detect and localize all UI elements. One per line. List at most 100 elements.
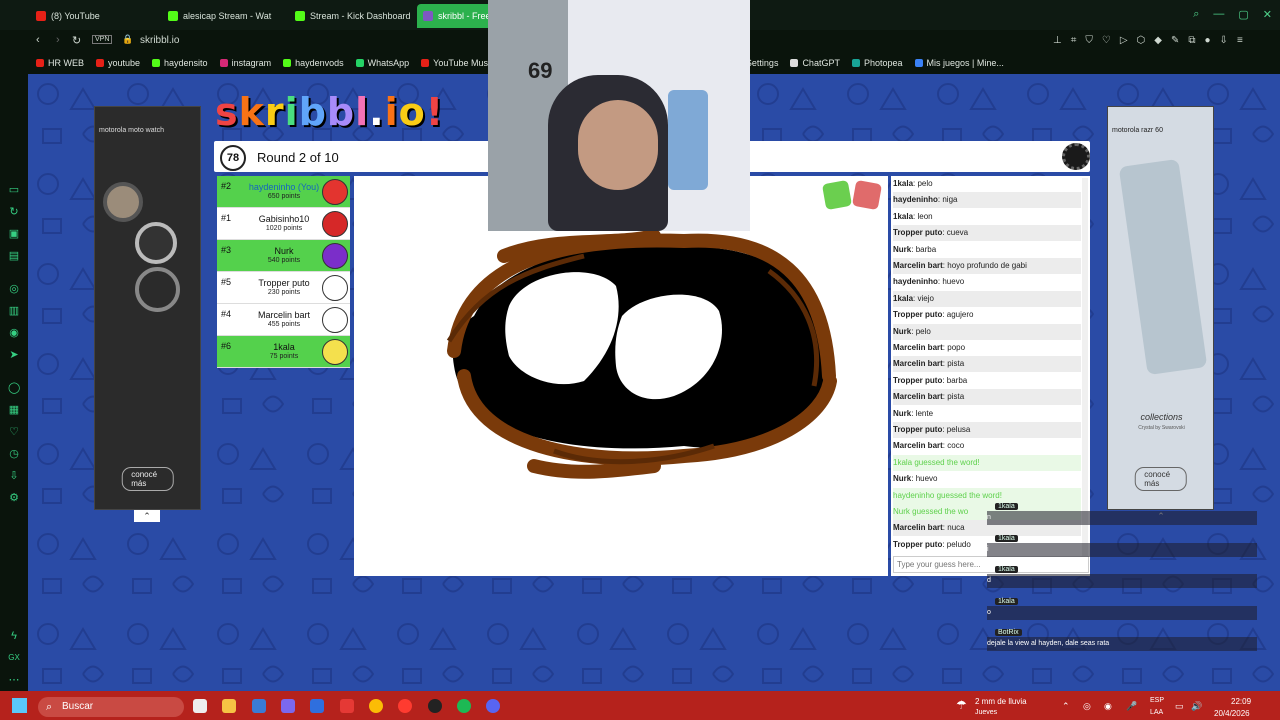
sidebar-calendar-icon[interactable]: ▤ — [8, 250, 20, 262]
sidebar-grid-icon[interactable]: ▦ — [8, 404, 20, 416]
sidebar-more-icon[interactable]: ⋯ — [8, 674, 20, 686]
maximize-icon[interactable]: ▢ — [1238, 8, 1248, 21]
tray-steam-icon[interactable]: ◉ — [1104, 701, 1112, 712]
thumbs-down-icon[interactable] — [851, 179, 883, 211]
bookmark-item[interactable]: Mis juegos | Mine... — [914, 58, 1004, 68]
bookmark-item[interactable]: YouTube Music — [421, 58, 495, 68]
weather-text[interactable]: 2 mm de lluvia — [975, 697, 1027, 706]
sidebar-clock-icon[interactable]: ◷ — [8, 448, 20, 460]
forward-icon[interactable]: › — [56, 34, 60, 46]
file-explorer-icon[interactable] — [222, 699, 236, 713]
player-row[interactable]: #2 haydeninho (You) 650 points — [217, 176, 350, 208]
obs-icon[interactable] — [428, 699, 442, 713]
heart-icon[interactable]: ♡ — [1102, 35, 1111, 46]
search-icon[interactable]: ⌕ — [1193, 8, 1199, 21]
tray-app-icon[interactable]: ◎ — [1083, 701, 1091, 712]
tab-youtube[interactable]: (8) YouTube — [36, 6, 100, 26]
collapse-ad-button[interactable]: ⌃ — [134, 510, 160, 522]
sidebar-instagram-icon[interactable]: ◎ — [8, 283, 20, 295]
taskbar-search[interactable]: ⌕ Buscar — [38, 697, 184, 717]
opera-icon[interactable] — [398, 699, 412, 713]
play-icon[interactable]: ▷ — [1120, 35, 1128, 46]
sidebar-telegram-icon[interactable]: ➤ — [8, 349, 20, 361]
vpn-badge[interactable]: VPN — [92, 35, 113, 44]
player-row[interactable]: #4 Marcelin bart 455 points — [217, 304, 350, 336]
cube-icon[interactable]: ⬡ — [1137, 35, 1146, 46]
discord-icon[interactable] — [486, 699, 500, 713]
sidebar-gx-icon[interactable]: GX — [8, 652, 20, 664]
sidebar-whatsapp-icon[interactable]: ◉ — [8, 327, 20, 339]
screenshot-icon[interactable]: ⌗ — [1071, 35, 1077, 46]
player-avatar — [322, 179, 348, 205]
notepad-icon[interactable] — [310, 699, 324, 713]
sidebar-settings-icon[interactable]: ⚙ — [8, 492, 20, 504]
thumbs-up-icon[interactable] — [821, 179, 853, 211]
bookmark-item[interactable]: haydenvods — [283, 58, 344, 68]
settings-gear-icon[interactable] — [1062, 143, 1090, 170]
task-view-icon[interactable] — [193, 699, 207, 713]
menu-icon[interactable]: ≡ — [1237, 35, 1243, 46]
network-icon[interactable]: ▭ — [1175, 701, 1184, 712]
sidebar-refresh-icon[interactable]: ↻ — [8, 206, 20, 218]
tab-skribbl[interactable]: skribbl - Free — [417, 4, 497, 28]
teams-icon[interactable] — [281, 699, 295, 713]
clock-time[interactable]: 22:09 — [1231, 697, 1251, 706]
sidebar-box-icon[interactable]: ▣ — [8, 228, 20, 240]
overlay-chat-band — [987, 511, 1257, 525]
profile-icon[interactable]: ● — [1205, 35, 1211, 46]
ad-cta-button[interactable]: conocé más — [121, 467, 174, 491]
right-ad[interactable]: motorola razr 60 collections Crystal by … — [1107, 106, 1214, 510]
reload-icon[interactable]: ↻ — [72, 34, 81, 47]
tray-chevron-icon[interactable]: ⌃ — [1062, 701, 1070, 712]
overlay-chat-band — [987, 605, 1257, 620]
bookmark-item[interactable]: youtube — [96, 58, 140, 68]
player-row[interactable]: #6 1kala 75 points — [217, 336, 350, 368]
bookmark-item[interactable]: haydensito — [152, 58, 208, 68]
mic-icon[interactable]: 🎤 — [1126, 701, 1137, 712]
tab-kick-dashboard[interactable]: Stream - Kick Dashboard — [295, 6, 411, 26]
chat-text: pelo — [917, 179, 933, 188]
spotify-icon[interactable] — [457, 699, 471, 713]
app-icon[interactable] — [340, 699, 354, 713]
download-icon[interactable]: ⇩ — [1220, 35, 1228, 46]
start-icon[interactable] — [12, 698, 27, 713]
url-field[interactable]: skribbl.io — [140, 35, 179, 46]
chat-message: 1kala: leon — [893, 208, 1081, 225]
sidebar-twitch-icon[interactable]: ▥ — [8, 305, 20, 317]
tab-alesicap[interactable]: alesicap Stream - Wat — [168, 6, 271, 26]
kick-icon — [295, 11, 305, 21]
puzzle-icon[interactable]: ⧉ — [1188, 35, 1195, 46]
chrome-icon[interactable] — [369, 699, 383, 713]
player-row[interactable]: #3 Nurk 540 points — [217, 240, 350, 272]
player-row[interactable]: #1 Gabisinho10 1020 points — [217, 208, 350, 240]
extension-icon[interactable]: ◆ — [1154, 35, 1162, 46]
bookmark-item[interactable]: ChatGPT — [790, 58, 840, 68]
shield-icon[interactable]: ⛉ — [1085, 35, 1093, 46]
phone-image — [1118, 158, 1208, 376]
bookmark-item[interactable]: WhatsApp — [355, 58, 409, 68]
sidebar-heart-icon[interactable]: ♡ — [8, 426, 20, 438]
bookmark-icon — [152, 59, 161, 67]
weather-icon[interactable]: ☂ — [956, 698, 967, 712]
ad-cta-button[interactable]: conocé más — [1134, 467, 1187, 491]
back-icon[interactable]: ‹ — [36, 34, 40, 46]
volume-icon[interactable]: 🔊 — [1191, 701, 1202, 712]
close-icon[interactable]: ✕ — [1263, 8, 1272, 21]
bookmark-item[interactable]: Photopea — [851, 58, 903, 68]
calculator-icon[interactable] — [252, 699, 266, 713]
pin-icon[interactable]: ⊥ — [1053, 35, 1062, 46]
left-ad[interactable]: motorola moto watch conocé más — [94, 106, 201, 510]
player-row[interactable]: #5 Tropper puto 230 points — [217, 272, 350, 304]
player-name: 1kala — [273, 342, 295, 352]
language[interactable]: ESP — [1150, 697, 1164, 704]
sidebar-circle-icon[interactable]: ◯ — [8, 382, 20, 394]
drawing-canvas[interactable] — [354, 176, 888, 576]
sidebar-tv-icon[interactable]: ▭ — [8, 184, 20, 196]
bookmark-item[interactable]: instagram — [219, 58, 271, 68]
sidebar-download-icon[interactable]: ⇩ — [8, 470, 20, 482]
translate-icon[interactable]: ✎ — [1171, 35, 1179, 46]
chat-scrollbar[interactable] — [1082, 178, 1088, 558]
bookmark-item[interactable]: HR WEB — [36, 58, 84, 68]
sidebar-bolt-icon[interactable]: ϟ — [8, 630, 20, 642]
minimize-icon[interactable]: — — [1213, 8, 1224, 21]
